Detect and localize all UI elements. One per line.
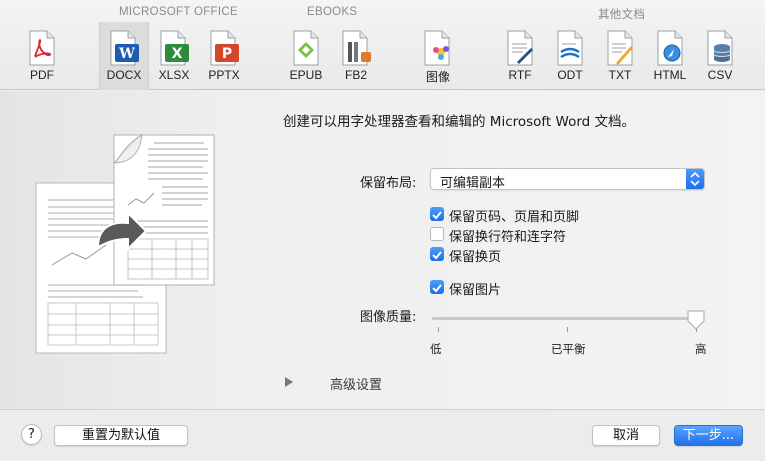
option-label: 保留换行符和连字符 bbox=[449, 230, 567, 245]
format-txt[interactable]: TXT bbox=[595, 22, 645, 90]
format-label: ODT bbox=[557, 68, 583, 82]
format-pdf[interactable]: PDF bbox=[17, 22, 67, 90]
chevron-updown-icon bbox=[686, 169, 704, 189]
option-label: 保留图片 bbox=[449, 283, 502, 298]
help-button[interactable]: ? bbox=[21, 424, 42, 445]
disclosure-triangle-icon[interactable] bbox=[285, 377, 293, 387]
pptx-icon: P bbox=[210, 30, 239, 66]
option-label: 保留换页 bbox=[449, 250, 502, 265]
image-quality-slider[interactable] bbox=[432, 317, 700, 320]
checkbox-unchecked-icon[interactable] bbox=[430, 227, 444, 241]
format-label: CSV bbox=[707, 68, 733, 82]
epub-icon bbox=[293, 30, 319, 66]
format-label: EPUB bbox=[289, 68, 323, 82]
conversion-preview-illustration bbox=[35, 134, 215, 354]
reset-defaults-button[interactable]: 重置为默认值 bbox=[54, 425, 188, 446]
format-image[interactable]: 图像 bbox=[413, 22, 463, 90]
group-label-ebooks: EBOOKS bbox=[307, 6, 358, 18]
format-label: RTF bbox=[508, 68, 532, 82]
quality-balanced-label: 已平衡 bbox=[551, 342, 586, 356]
quality-high-label: 高 bbox=[695, 342, 707, 356]
checkbox-checked-icon[interactable] bbox=[430, 280, 444, 294]
format-label: FB2 bbox=[344, 68, 367, 82]
format-xlsx[interactable]: X XLSX bbox=[150, 22, 198, 90]
txt-icon bbox=[607, 30, 633, 66]
layout-select[interactable]: 可编辑副本 bbox=[430, 168, 705, 191]
image-icon bbox=[424, 30, 450, 66]
group-label-microsoft-office: MICROSOFT OFFICE bbox=[119, 6, 238, 18]
csv-icon bbox=[707, 30, 733, 66]
slider-tick bbox=[438, 327, 439, 332]
format-label: DOCX bbox=[106, 68, 142, 82]
format-odt[interactable]: ODT bbox=[545, 22, 595, 90]
format-label: 图像 bbox=[425, 70, 450, 84]
xlsx-icon: X bbox=[160, 30, 189, 66]
format-toolbar: MICROSOFT OFFICE EBOOKS 其他文档 PDF W DOCX … bbox=[0, 0, 765, 90]
format-fb2[interactable]: FB2 bbox=[331, 22, 381, 90]
format-html[interactable]: HTML bbox=[645, 22, 695, 90]
format-pptx[interactable]: P PPTX bbox=[199, 22, 249, 90]
format-label: TXT bbox=[608, 68, 632, 82]
quality-low-label: 低 bbox=[430, 342, 442, 356]
svg-text:X: X bbox=[172, 46, 183, 62]
image-quality-label: 图像质量: bbox=[360, 310, 417, 325]
html-icon bbox=[657, 30, 683, 66]
odt-icon bbox=[557, 30, 583, 66]
checkbox-checked-icon[interactable] bbox=[430, 247, 444, 261]
format-label: XLSX bbox=[158, 68, 190, 82]
group-label-other-docs: 其他文档 bbox=[598, 9, 646, 21]
svg-text:W: W bbox=[118, 46, 135, 62]
pdf-icon bbox=[29, 30, 55, 66]
format-rtf[interactable]: RTF bbox=[495, 22, 545, 90]
svg-text:P: P bbox=[222, 46, 232, 62]
layout-select-value: 可编辑副本 bbox=[440, 176, 506, 191]
format-label: PPTX bbox=[208, 68, 240, 82]
layout-label: 保留布局: bbox=[360, 176, 417, 191]
next-button[interactable]: 下一步... bbox=[674, 425, 743, 446]
docx-icon: W bbox=[110, 30, 139, 66]
format-epub[interactable]: EPUB bbox=[281, 22, 331, 90]
format-docx[interactable]: W DOCX bbox=[99, 22, 149, 90]
advanced-settings-label: 高级设置 bbox=[330, 378, 383, 393]
fb2-icon bbox=[342, 30, 371, 66]
rtf-icon bbox=[507, 30, 533, 66]
slider-tick bbox=[567, 327, 568, 332]
slider-knob[interactable] bbox=[686, 309, 706, 331]
format-label: PDF bbox=[30, 68, 54, 82]
cancel-button[interactable]: 取消 bbox=[592, 425, 660, 446]
format-label: HTML bbox=[653, 68, 687, 82]
option-label: 保留页码、页眉和页脚 bbox=[449, 210, 580, 225]
format-description: 创建可以用字处理器查看和编辑的 Microsoft Word 文档。 bbox=[283, 114, 636, 130]
checkbox-checked-icon[interactable] bbox=[430, 207, 444, 221]
format-csv[interactable]: CSV bbox=[695, 22, 745, 90]
